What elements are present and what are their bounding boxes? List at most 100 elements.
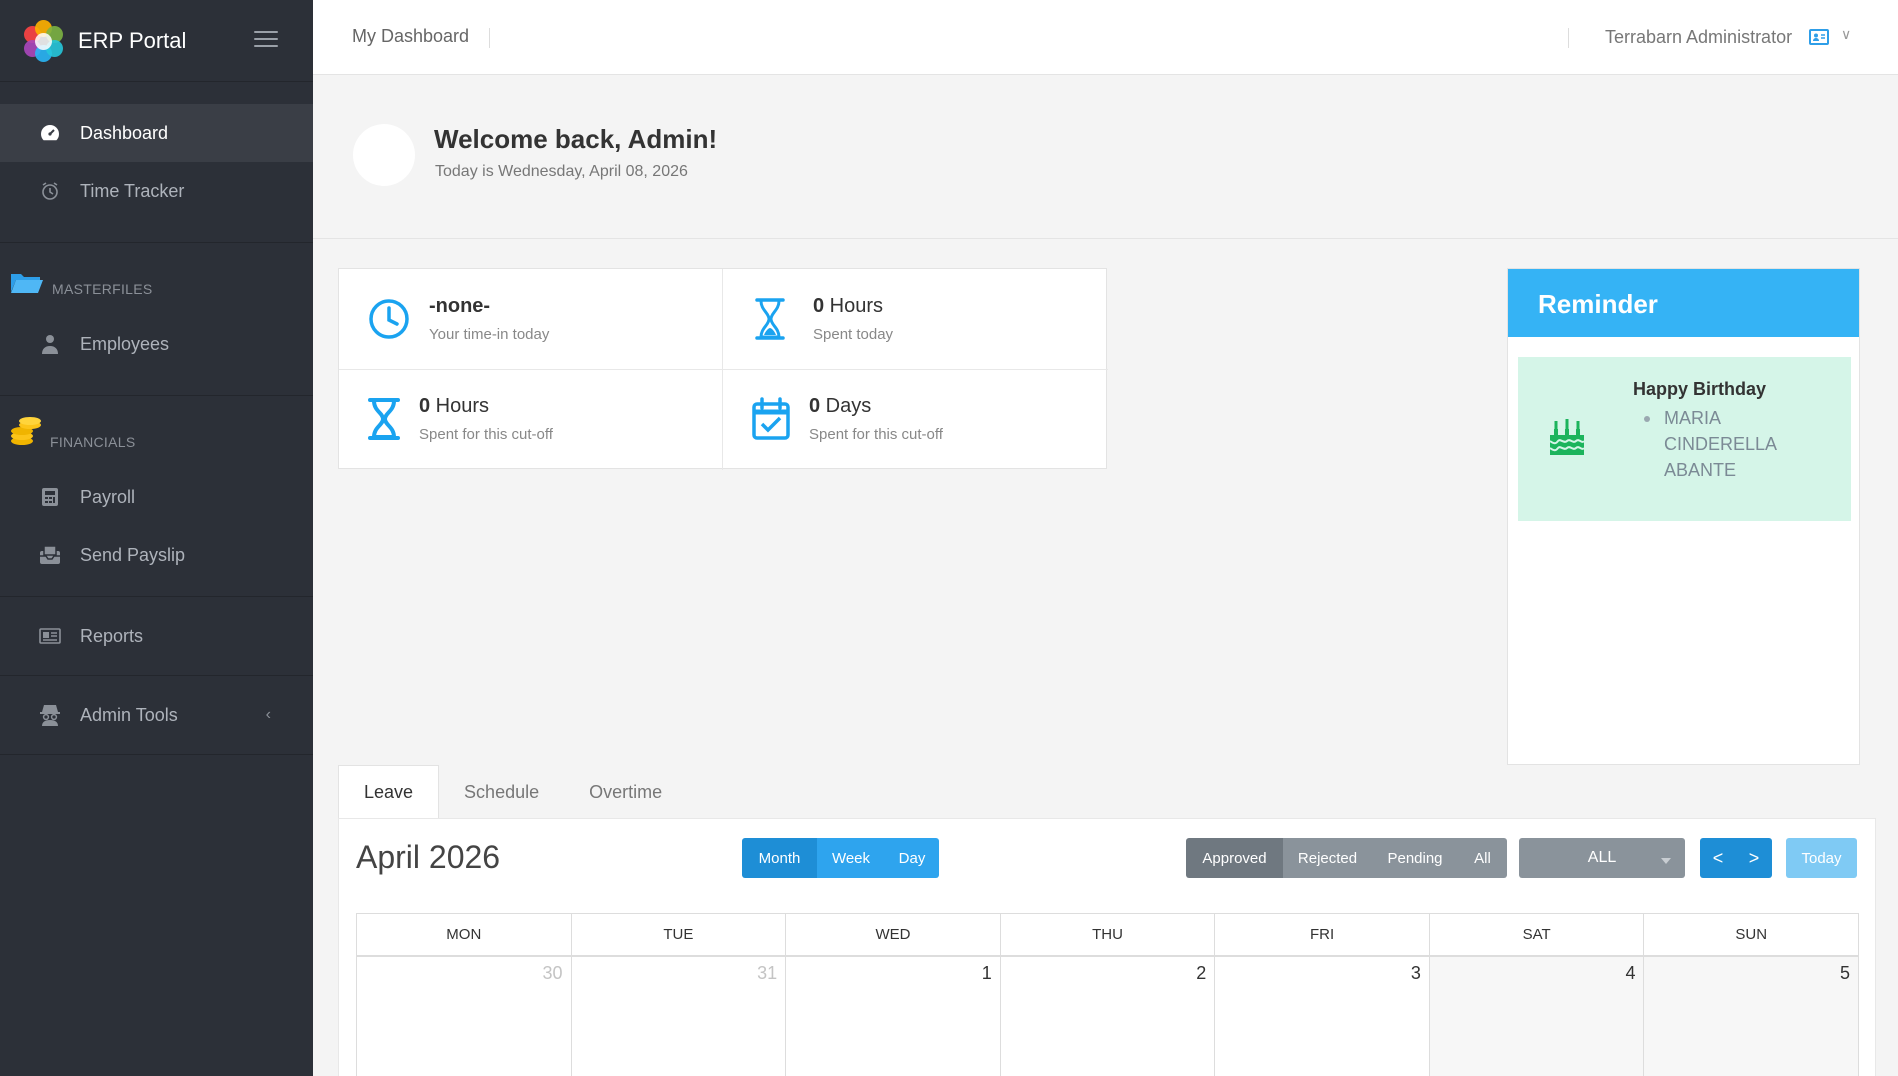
sidebar-item-reports[interactable]: Reports [0,607,313,665]
user-icon [38,333,62,355]
user-name[interactable]: Terrabarn Administrator [1605,27,1792,48]
clock-icon [38,180,62,202]
stat-hours-today: 0 Hours Spent today [723,269,1106,369]
calendar-day-cell[interactable]: 31 [572,957,787,1076]
main-nav: Dashboard Time Tracker [0,82,313,243]
calendar-day-cell[interactable]: 2 [1001,957,1216,1076]
birthday-cake-icon [1548,417,1586,462]
stat-value: -none- [429,295,491,317]
calculator-icon [38,486,62,508]
calendar-day-cell[interactable]: 3 [1215,957,1430,1076]
financials-section-header: FINANCIALS [0,396,313,460]
tab-schedule[interactable]: Schedule [439,765,564,819]
divider [313,238,1898,239]
folder-icon [10,270,44,297]
sidebar-item-label: Employees [80,333,170,354]
inbox-icon [38,544,62,566]
clock-icon [367,297,411,341]
menu-toggle-icon[interactable] [254,31,278,49]
hourglass-icon [753,297,787,341]
sidebar-item-dashboard[interactable]: Dashboard [0,104,313,162]
prev-month-button[interactable]: < [1700,838,1736,878]
chevron-down-icon[interactable]: ∨ [1841,26,1851,43]
stat-time-in: -none- Your time-in today [339,269,722,369]
calendar-day-cell[interactable]: 30 [357,957,572,1076]
sidebar-item-label: Admin Tools [80,704,178,725]
stat-label: Spent today [813,326,894,343]
today-button[interactable]: Today [1786,838,1857,878]
chevron-right-icon: > [1748,847,1760,868]
tabs: Leave Schedule Overtime [338,765,687,819]
financials-group: FINANCIALS Payroll Send Payslip [0,396,313,597]
masterfiles-section-header: MASTERFILES [0,243,313,307]
day-header-wed: WED [786,914,1001,955]
breadcrumb-divider [489,28,490,48]
sidebar-item-employees[interactable]: Employees [0,315,313,373]
user-card-icon[interactable] [1809,29,1829,45]
calendar-day-cell[interactable]: 1 [786,957,1001,1076]
sidebar-item-payroll[interactable]: Payroll [0,468,313,526]
calendar-title: April 2026 [356,839,501,875]
masterfiles-group: MASTERFILES Employees [0,243,313,396]
breadcrumb[interactable]: My Dashboard [352,26,469,47]
birthday-list: MARIA CINDERELLA ABANTE [1644,405,1780,483]
status-select[interactable]: ALL [1519,838,1685,878]
topbar: My Dashboard Terrabarn Administrator ∨ [313,0,1898,75]
sidebar-item-label: Reports [80,625,144,646]
erp-logo-icon [20,18,66,64]
welcome-title: Welcome back, Admin! [434,124,718,154]
view-month-button[interactable]: Month [742,838,817,878]
sidebar-item-send-payslip[interactable]: Send Payslip [0,526,313,584]
stat-value: 0 Hours [419,395,490,417]
calendar-header-row: MON TUE WED THU FRI SAT SUN [356,913,1859,957]
report-icon [38,625,62,647]
stat-value: 0 Days [809,395,872,417]
calendar-panel: April 2026 Month Week Day Approved Rejec… [338,818,1876,1076]
stat-value: 0 Hours [813,295,884,317]
hourglass-icon [367,397,401,441]
reminder-title: Reminder [1508,269,1859,337]
filter-approved-button[interactable]: Approved [1186,838,1283,878]
avatar [353,124,415,186]
caret-down-icon [1661,858,1671,864]
stat-days-cutoff: 0 Days Spent for this cut-off [723,369,1106,469]
admin-group: Admin Tools ‹ [0,676,313,755]
calendar-day-cell[interactable]: 5 [1644,957,1859,1076]
chevron-left-icon: < [1712,847,1724,868]
next-month-button[interactable]: > [1736,838,1772,878]
topbar-divider [1568,28,1569,48]
reports-group: Reports [0,597,313,676]
spy-icon [38,704,62,726]
day-header-mon: MON [357,914,572,955]
birthday-title: Happy Birthday [1633,379,1767,399]
stat-hours-cutoff: 0 Hours Spent for this cut-off [339,369,722,469]
filter-rejected-button[interactable]: Rejected [1283,838,1372,878]
stat-label: Your time-in today [429,326,550,343]
view-day-button[interactable]: Day [885,838,939,878]
status-select-value: ALL [1587,849,1617,866]
day-header-fri: FRI [1215,914,1430,955]
view-week-button[interactable]: Week [817,838,885,878]
sidebar-item-admin-tools[interactable]: Admin Tools ‹ [0,686,313,744]
sidebar-item-time-tracker[interactable]: Time Tracker [0,162,313,220]
tab-overtime[interactable]: Overtime [564,765,687,819]
list-item: MARIA CINDERELLA ABANTE [1644,405,1780,483]
welcome-date: Today is Wednesday, April 08, 2026 [435,163,688,180]
tab-leave[interactable]: Leave [338,765,440,819]
calendar-check-icon [751,397,795,441]
calendar-day-cell[interactable]: 4 [1429,957,1645,1076]
birthday-card: Happy Birthday MARIA CINDERELLA ABANTE [1518,357,1851,521]
reminder-panel: Reminder Happy Birthday MARIA CINDERELLA… [1507,268,1860,765]
sidebar-item-label: Time Tracker [80,180,185,201]
sidebar-item-label: Payroll [80,486,136,507]
app-name: ERP Portal [78,27,187,53]
chevron-left-icon[interactable]: ‹ [266,706,271,724]
stat-label: Spent for this cut-off [809,426,943,443]
sidebar-item-label: Send Payslip [80,544,186,565]
speedometer-icon [38,122,62,144]
calendar-week-row: 30 31 1 2 3 4 5 [356,957,1859,1076]
filter-pending-button[interactable]: Pending [1372,838,1458,878]
stats-panel: -none- Your time-in today 0 Hours Spent … [338,268,1108,470]
sidebar: ERP Portal Dashboard Time Tracker MASTER… [0,0,313,1076]
filter-all-button[interactable]: All [1458,838,1507,878]
